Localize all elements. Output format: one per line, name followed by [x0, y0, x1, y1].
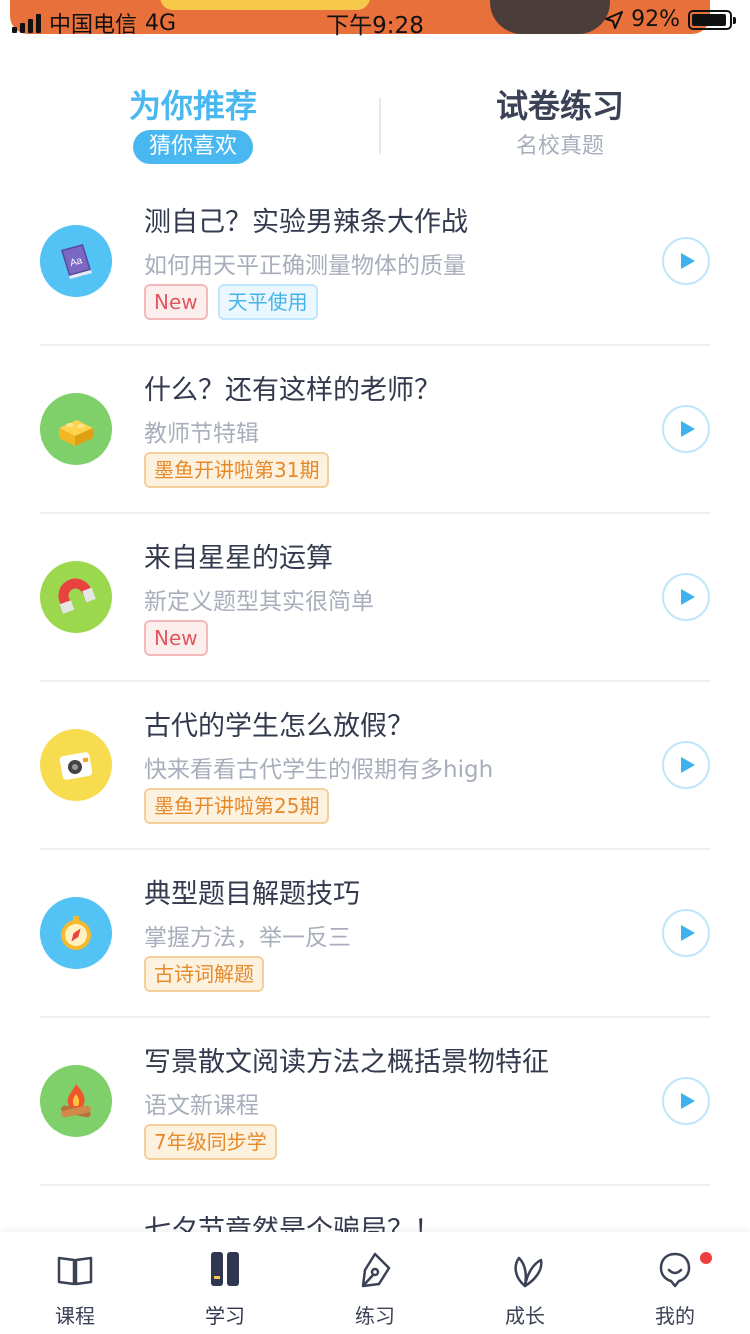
tab-exam-subtitle: 名校真题 — [515, 134, 604, 159]
item-tags: 墨鱼开讲啦第31期 — [144, 452, 330, 488]
block-icon — [40, 393, 112, 465]
list-item[interactable]: 典型题目解题技巧 掌握方法，举一反三 古诗词解题 — [40, 850, 710, 1018]
battery-percent: 92% — [631, 7, 680, 32]
list-item[interactable]: 什么？还有这样的老师？ 教师节特辑 墨鱼开讲啦第31期 — [40, 346, 710, 514]
tab-exam-title: 试卷练习 — [495, 87, 624, 125]
leaf-icon — [514, 1256, 543, 1288]
list-item[interactable]: 古代的学生怎么放假？ 快来看看古代学生的假期有多high 墨鱼开讲啦第25期 — [40, 682, 710, 850]
item-tags: 7年级同步学 — [144, 1124, 277, 1160]
item-title: 古代的学生怎么放假？ — [144, 711, 414, 742]
battery-icon — [688, 9, 736, 30]
nav-label: 练习 — [355, 1304, 395, 1328]
book-icon: Aa — [40, 225, 112, 297]
list-item[interactable]: 写景散文阅读方法之概括景物特征 语文新课程 7年级同步学 — [40, 1018, 710, 1186]
item-tags: New 天平使用 — [144, 284, 318, 320]
item-subtitle: 语文新课程 — [144, 1093, 259, 1119]
item-tags: 古诗词解题 — [144, 956, 264, 992]
item-subtitle: 掌握方法，举一反三 — [144, 925, 351, 951]
segment-tabs: 为你推荐 猜你喜欢 试卷练习 名校真题 — [0, 86, 750, 176]
camera-icon — [40, 729, 112, 801]
play-button[interactable] — [662, 909, 710, 957]
tag-series: 墨鱼开讲啦第31期 — [144, 452, 330, 488]
nav-label: 课程 — [55, 1304, 95, 1328]
nav-practice[interactable]: 练习 — [300, 1232, 450, 1334]
location-arrow-icon — [605, 10, 624, 29]
item-title: 测自己？实验男辣条大作战 — [144, 207, 468, 238]
nav-label: 我的 — [655, 1304, 695, 1328]
item-title: 什么？还有这样的老师？ — [144, 375, 441, 406]
tab-recommend-subtitle: 猜你喜欢 — [132, 130, 253, 164]
nav-growth[interactable]: 成长 — [450, 1232, 600, 1334]
item-subtitle: 快来看看古代学生的假期有多high — [144, 757, 494, 783]
open-book-icon — [57, 1256, 93, 1286]
nav-course[interactable]: 课程 — [0, 1232, 150, 1334]
list-item[interactable]: Aa 测自己？实验男辣条大作战 如何用天平正确测量物体的质量 New 天平使用 — [40, 178, 710, 346]
tab-exam-practice[interactable]: 试卷练习 名校真题 — [410, 86, 710, 164]
status-bar: 中国电信 4G 下午9:28 92% — [0, 0, 750, 40]
list-item[interactable]: 来自星星的运算 新定义题型其实很简单 New — [40, 514, 710, 682]
play-icon — [680, 757, 695, 773]
play-button[interactable] — [662, 573, 710, 621]
play-button[interactable] — [662, 405, 710, 453]
play-icon — [680, 1093, 695, 1109]
notification-dot — [700, 1252, 712, 1264]
item-tags: New — [144, 620, 208, 656]
study-books-icon — [211, 1252, 239, 1286]
campfire-icon — [40, 1065, 112, 1137]
item-title: 来自星星的运算 — [144, 543, 333, 574]
tab-recommend[interactable]: 为你推荐 猜你喜欢 — [43, 86, 343, 164]
tag-series: 墨鱼开讲啦第25期 — [144, 788, 330, 824]
item-subtitle: 教师节特辑 — [144, 421, 259, 447]
nav-label: 成长 — [505, 1304, 545, 1328]
nav-mine[interactable]: 我的 — [600, 1232, 750, 1334]
tag-new: New — [144, 284, 208, 320]
nav-study[interactable]: 学习 — [150, 1232, 300, 1334]
pen-icon — [361, 1252, 391, 1288]
item-subtitle: 新定义题型其实很简单 — [144, 589, 374, 615]
course-list: Aa 测自己？实验男辣条大作战 如何用天平正确测量物体的质量 New 天平使用 … — [40, 178, 710, 1246]
item-subtitle: 如何用天平正确测量物体的质量 — [144, 253, 466, 279]
tag-grade: 7年级同步学 — [144, 1124, 277, 1160]
play-button[interactable] — [662, 741, 710, 789]
play-icon — [680, 253, 695, 269]
play-button[interactable] — [662, 237, 710, 285]
play-icon — [680, 925, 695, 941]
play-icon — [680, 589, 695, 605]
tab-divider — [379, 98, 381, 154]
item-title: 典型题目解题技巧 — [144, 879, 360, 910]
play-icon — [680, 421, 695, 437]
item-title: 写景散文阅读方法之概括景物特征 — [144, 1047, 549, 1078]
compass-icon — [40, 897, 112, 969]
tag-new: New — [144, 620, 208, 656]
play-button[interactable] — [662, 1077, 710, 1125]
tag-topic: 古诗词解题 — [144, 956, 264, 992]
tab-recommend-title: 为你推荐 — [128, 87, 257, 125]
tag-topic: 天平使用 — [217, 284, 318, 320]
bottom-tab-bar: 课程 学习 练习 成长 我的 — [0, 1232, 750, 1334]
status-right: 92% — [605, 7, 736, 32]
profile-icon — [659, 1252, 691, 1288]
magnet-icon — [40, 561, 112, 633]
item-tags: 墨鱼开讲啦第25期 — [144, 788, 330, 824]
nav-label: 学习 — [205, 1304, 245, 1328]
